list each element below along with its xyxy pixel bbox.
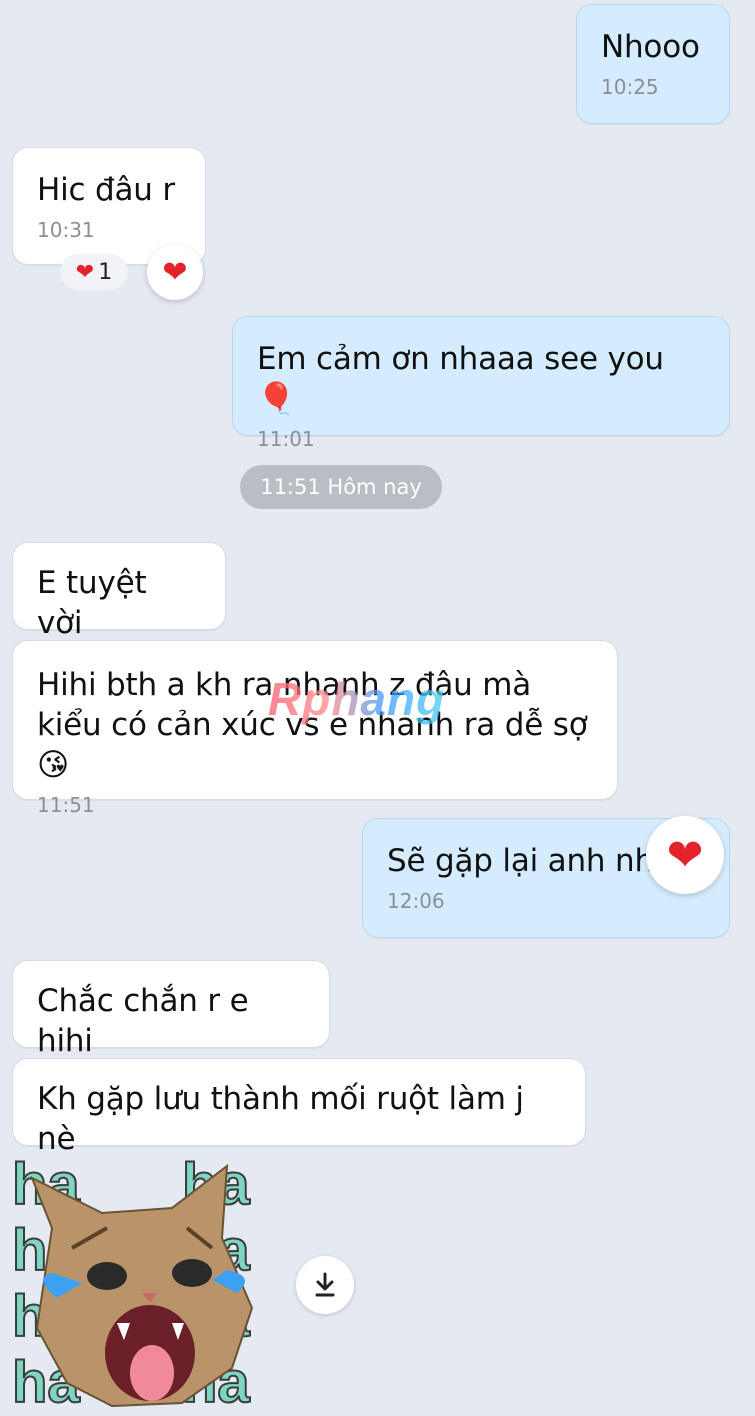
react-heart-button[interactable]: ❤ <box>646 816 724 894</box>
date-separator: 11:51 Hôm nay <box>240 465 442 509</box>
message-text: Em cảm ơn nhaaa see you 🎈 <box>257 341 664 417</box>
message-text: Kh gặp lưu thành mối ruột làm j nè <box>37 1081 524 1157</box>
message-bubble-incoming[interactable]: E tuyệt vời <box>12 542 226 641</box>
download-button[interactable] <box>296 1256 354 1314</box>
reaction-summary[interactable]: ❤ 1 <box>60 254 128 290</box>
message-time: 12:06 <box>387 889 445 913</box>
message-bubble-outgoing[interactable]: Nhooo 10:25 <box>576 4 730 124</box>
heart-icon: ❤ <box>75 259 95 285</box>
message-text: Nhooo <box>601 29 700 65</box>
message-bubble-incoming[interactable]: Chắc chắn r e hihi <box>12 960 330 1059</box>
message-time: 10:31 <box>37 218 95 242</box>
heart-icon: ❤ <box>666 829 704 881</box>
react-heart-button[interactable]: ❤ <box>147 244 203 300</box>
message-time: 11:51 <box>37 793 95 817</box>
laughing-cat-sticker[interactable]: ha ha ha ha ha ha ha ha <box>11 1151 274 1416</box>
message-text: E tuyệt vời <box>37 565 147 641</box>
message-text: Chắc chắn r e hihi <box>37 983 249 1059</box>
sticker-image: ha ha ha ha ha ha ha ha <box>11 1151 254 1416</box>
download-icon <box>315 1272 335 1297</box>
message-text: Hic đâu r <box>37 172 175 208</box>
message-bubble-incoming[interactable]: Kh gặp lưu thành mối ruột làm j nè <box>12 1058 586 1157</box>
reaction-count: 1 <box>98 259 113 285</box>
message-bubble-outgoing[interactable]: Em cảm ơn nhaaa see you 🎈 11:01 <box>232 316 730 451</box>
heart-icon: ❤ <box>162 254 188 290</box>
watermark: Rphang <box>268 673 446 725</box>
message-time: 10:25 <box>601 75 659 99</box>
message-time: 11:01 <box>257 427 315 451</box>
